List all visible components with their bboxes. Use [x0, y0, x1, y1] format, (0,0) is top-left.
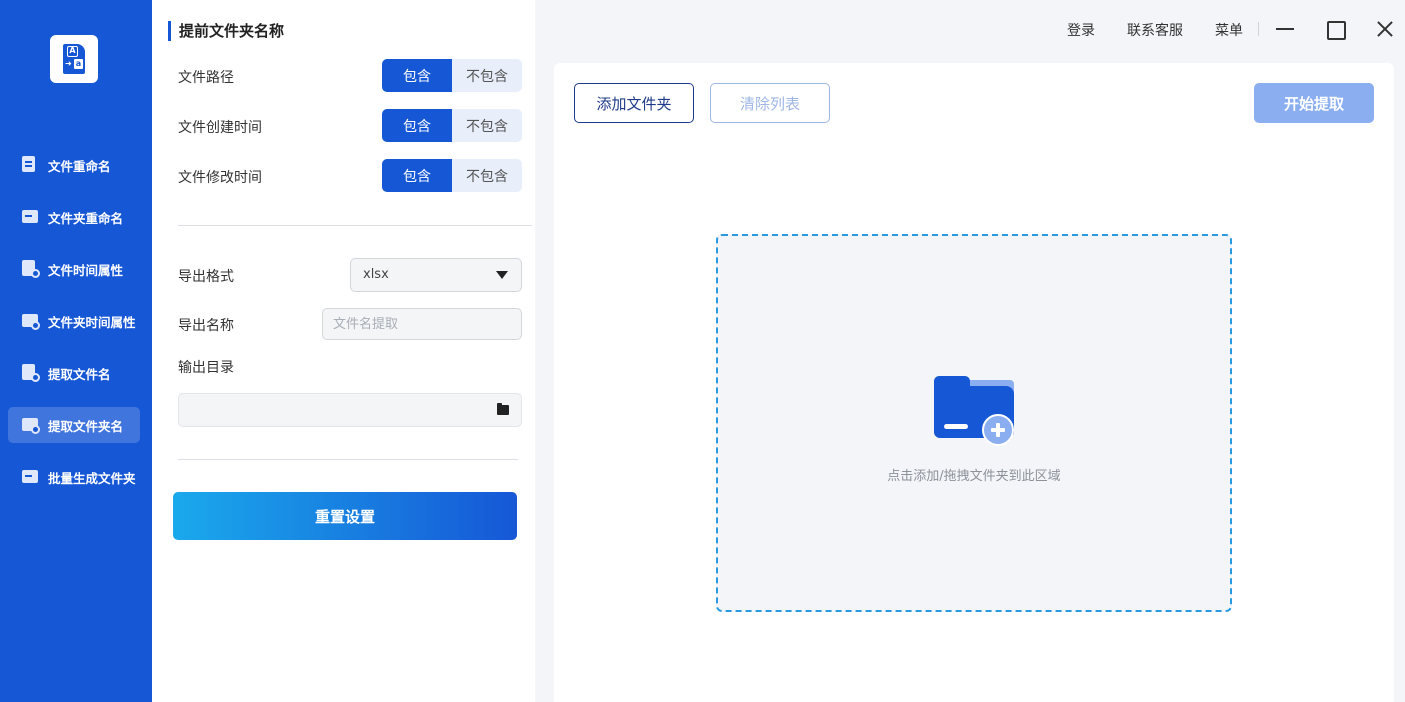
- include-option[interactable]: 包含: [382, 59, 452, 92]
- option-label-modify-time: 文件修改时间: [178, 170, 262, 186]
- toggle-create-time: 包含 不包含: [382, 109, 522, 142]
- app-logo: A ➜ a: [50, 35, 98, 83]
- include-option[interactable]: 包含: [382, 159, 452, 192]
- divider: [178, 225, 532, 226]
- topbar-separator: [1258, 22, 1259, 36]
- sidebar-item-label: 文件时间属性: [48, 262, 124, 278]
- folder-browse-icon[interactable]: [497, 403, 509, 415]
- sidebar-item-label: 文件夹重命名: [48, 210, 124, 226]
- folder-edit-icon: [22, 208, 38, 226]
- export-format-select[interactable]: xlsx: [350, 258, 522, 292]
- folders-stack-icon: [22, 468, 38, 486]
- sidebar-item-folder-time[interactable]: 文件夹时间属性: [8, 303, 140, 339]
- add-folder-button[interactable]: 添加文件夹: [574, 83, 694, 123]
- file-extract-icon: [22, 364, 40, 382]
- sidebar-item-label: 文件夹时间属性: [48, 314, 136, 330]
- sidebar-item-label: 提取文件名: [48, 366, 111, 382]
- toggle-modify-time: 包含 不包含: [382, 159, 522, 192]
- folder-add-icon: [934, 376, 1016, 448]
- sidebar-item-file-rename[interactable]: 文件重命名: [8, 147, 140, 183]
- option-label-create-time: 文件创建时间: [178, 120, 262, 136]
- sidebar-item-label: 提取文件夹名: [48, 418, 124, 434]
- export-name-label: 导出名称: [178, 318, 234, 334]
- login-link[interactable]: 登录: [1067, 20, 1095, 40]
- contact-support-link[interactable]: 联系客服: [1127, 20, 1183, 40]
- output-dir-input[interactable]: [178, 393, 522, 427]
- option-label-file-path: 文件路径: [178, 70, 234, 86]
- exclude-option[interactable]: 不包含: [452, 159, 522, 192]
- caret-down-icon: [496, 271, 508, 279]
- drop-hint: 点击添加/拖拽文件夹到此区域: [887, 469, 1061, 484]
- maximize-icon[interactable]: [1324, 18, 1346, 40]
- drop-zone[interactable]: 点击添加/拖拽文件夹到此区域: [716, 234, 1232, 612]
- file-edit-icon: [22, 156, 38, 174]
- exclude-option[interactable]: 不包含: [452, 109, 522, 142]
- output-dir-label: 输出目录: [178, 360, 234, 376]
- reset-settings-button[interactable]: 重置设置: [173, 492, 517, 540]
- export-name-input[interactable]: [322, 308, 522, 340]
- toggle-file-path: 包含 不包含: [382, 59, 522, 92]
- sidebar-item-folder-rename[interactable]: 文件夹重命名: [8, 199, 140, 235]
- main-card: 添加文件夹 清除列表 开始提取 点击添加/拖拽文件夹到此区域: [554, 63, 1394, 702]
- minimize-icon[interactable]: [1274, 18, 1296, 40]
- file-clock-icon: [22, 260, 40, 278]
- export-format-value: xlsx: [363, 267, 389, 282]
- panel-title: 提前文件夹名称: [168, 21, 284, 41]
- sidebar-item-extract-foldername[interactable]: 提取文件夹名: [8, 407, 140, 443]
- sidebar-item-label: 批量生成文件夹: [48, 470, 136, 486]
- folder-extract-icon: [22, 416, 40, 434]
- folder-clock-icon: [22, 312, 40, 330]
- sidebar-item-file-time[interactable]: 文件时间属性: [8, 251, 140, 287]
- sidebar: A ➜ a 文件重命名 文件夹重命名 文件时间属性 文件夹时间属性 提取文件名 …: [0, 0, 152, 702]
- exclude-option[interactable]: 不包含: [452, 59, 522, 92]
- menu-link[interactable]: 菜单: [1215, 20, 1243, 40]
- divider: [178, 459, 518, 460]
- include-option[interactable]: 包含: [382, 109, 452, 142]
- sidebar-item-batch-create-folders[interactable]: 批量生成文件夹: [8, 459, 140, 495]
- clear-list-button[interactable]: 清除列表: [710, 83, 830, 123]
- settings-panel: 提前文件夹名称 文件路径 包含 不包含 文件创建时间 包含 不包含 文件修改时间…: [152, 0, 535, 702]
- sidebar-item-extract-filename[interactable]: 提取文件名: [8, 355, 140, 391]
- sidebar-item-label: 文件重命名: [48, 158, 111, 174]
- close-icon[interactable]: [1374, 18, 1396, 40]
- start-extract-button[interactable]: 开始提取: [1254, 83, 1374, 123]
- translate-doc-icon: A ➜ a: [63, 44, 85, 74]
- export-format-label: 导出格式: [178, 269, 234, 285]
